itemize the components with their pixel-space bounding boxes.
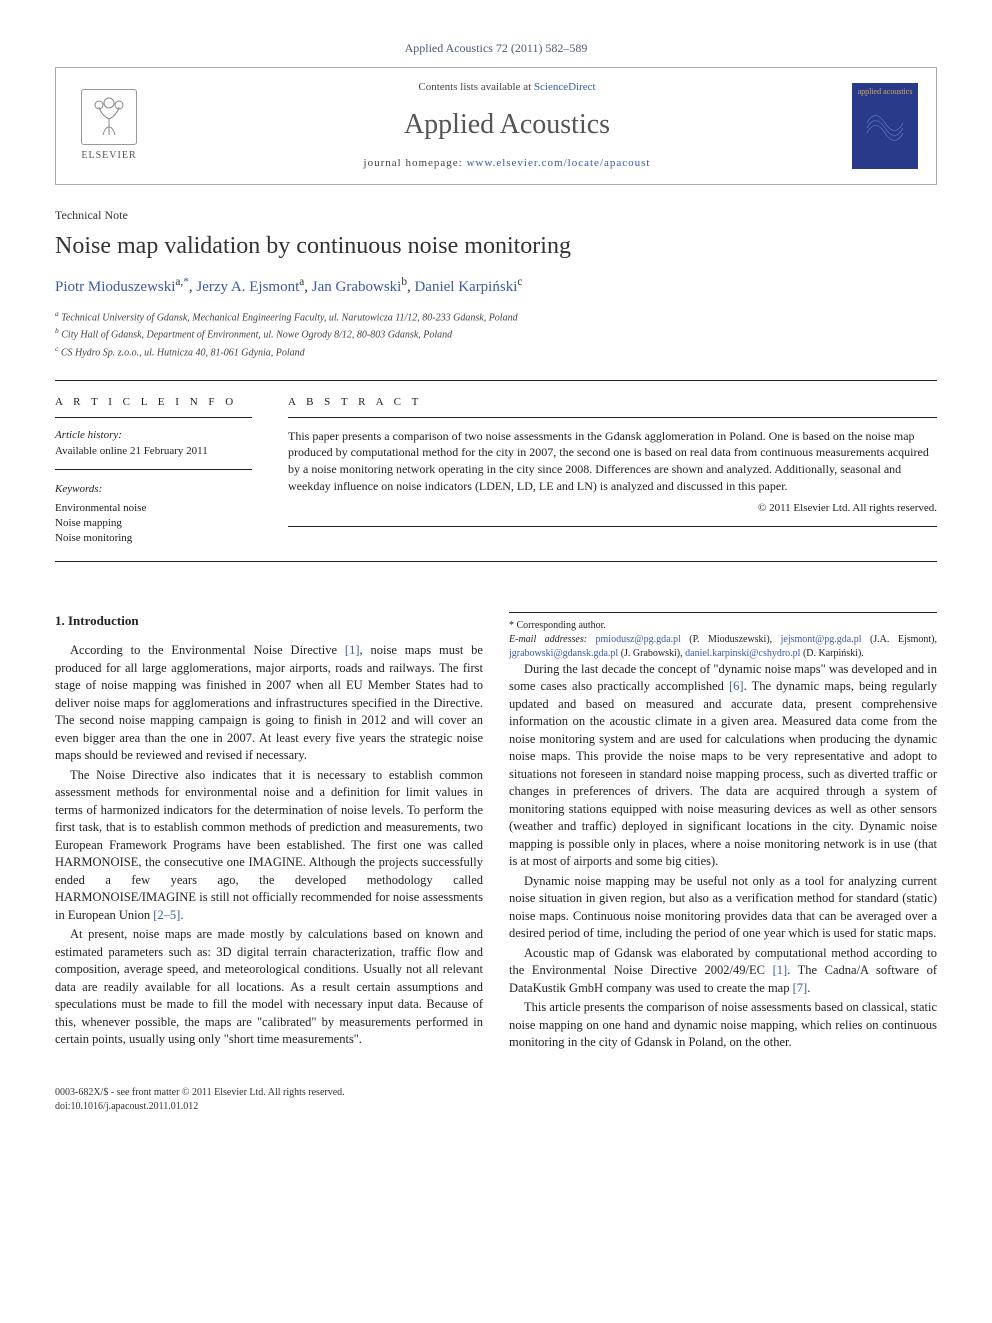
keyword-item: Noise monitoring <box>55 531 252 546</box>
publisher-logo[interactable]: ELSEVIER <box>74 86 144 166</box>
author-email-1[interactable]: pmiodusz@pg.gda.pl <box>596 634 681 645</box>
author-4-affiliation-sup: c <box>517 276 522 288</box>
email-addresses-line: E-mail addresses: pmiodusz@pg.gda.pl (P.… <box>509 633 937 661</box>
article-body: 1. Introduction According to the Environ… <box>55 612 937 1060</box>
body-paragraph: Acoustic map of Gdansk was elaborated by… <box>509 945 937 998</box>
body-paragraph: The Noise Directive also indicates that … <box>55 767 483 925</box>
citation-link-1[interactable]: [1] <box>345 643 360 657</box>
contents-line: Contents lists available at ScienceDirec… <box>162 80 852 95</box>
body-paragraph: Dynamic noise mapping may be useful not … <box>509 873 937 943</box>
author-link-2[interactable]: Jerzy A. Ejsmont <box>196 279 299 295</box>
cover-graphic-icon <box>865 103 905 143</box>
abstract-text: This paper presents a comparison of two … <box>288 428 937 495</box>
author-link-1[interactable]: Piotr Mioduszewski <box>55 279 175 295</box>
sciencedirect-link[interactable]: ScienceDirect <box>534 81 596 93</box>
author-sep: , <box>304 279 312 295</box>
section-heading-intro: 1. Introduction <box>55 612 483 630</box>
citation-link-2-5[interactable]: [2–5] <box>153 908 180 922</box>
abstract-heading: A B S T R A C T <box>288 395 937 417</box>
journal-cover-thumbnail[interactable]: applied acoustics <box>852 83 918 169</box>
email-label: E-mail addresses: <box>509 634 596 645</box>
affiliation-c: c CS Hydro Sp. z.o.o., ul. Hutnicza 40, … <box>55 343 937 360</box>
body-paragraph: According to the Environmental Noise Dir… <box>55 642 483 765</box>
elsevier-tree-icon <box>81 89 137 145</box>
front-matter-line: 0003-682X/$ - see front matter © 2011 El… <box>55 1086 937 1100</box>
cover-title: applied acoustics <box>858 88 913 97</box>
abstract-block: A B S T R A C T This paper presents a co… <box>270 395 937 547</box>
keyword-item: Noise mapping <box>55 516 252 531</box>
homepage-line: journal homepage: www.elsevier.com/locat… <box>162 156 852 171</box>
author-email-3[interactable]: jgrabowski@gdansk.gda.pl <box>509 648 618 659</box>
article-info-heading: A R T I C L E I N F O <box>55 395 252 417</box>
affiliations-block: a Technical University of Gdansk, Mechan… <box>55 308 937 360</box>
article-info-block: A R T I C L E I N F O Article history: A… <box>55 395 270 547</box>
footnotes-block: * Corresponding author. E-mail addresses… <box>509 612 937 661</box>
doi-block: 0003-682X/$ - see front matter © 2011 El… <box>55 1086 937 1114</box>
affiliation-b: b City Hall of Gdansk, Department of Env… <box>55 325 937 342</box>
keyword-item: Environmental noise <box>55 501 252 516</box>
citation-link-6[interactable]: [6] <box>729 679 744 693</box>
journal-header-box: ELSEVIER Contents lists available at Sci… <box>55 67 937 185</box>
article-type: Technical Note <box>55 207 937 224</box>
author-email-2[interactable]: jejsmont@pg.gda.pl <box>781 634 862 645</box>
author-email-4[interactable]: daniel.karpinski@cshydro.pl <box>685 648 800 659</box>
journal-name: Applied Acoustics <box>162 105 852 144</box>
journal-reference-link[interactable]: Applied Acoustics 72 (2011) 582–589 <box>405 41 588 55</box>
author-link-4[interactable]: Daniel Karpiński <box>414 279 517 295</box>
article-title: Noise map validation by continuous noise… <box>55 230 937 264</box>
citation-link-7[interactable]: [7] <box>793 981 808 995</box>
citation-link-1b[interactable]: [1] <box>773 963 788 977</box>
affiliation-a: a Technical University of Gdansk, Mechan… <box>55 308 937 325</box>
keywords-heading: Keywords: <box>55 482 252 497</box>
body-paragraph: During the last decade the concept of "d… <box>509 661 937 871</box>
author-1-affiliation-sup: a,* <box>175 276 188 288</box>
article-history-heading: Article history: <box>55 428 252 443</box>
journal-reference: Applied Acoustics 72 (2011) 582–589 <box>55 40 937 57</box>
publisher-name: ELSEVIER <box>81 149 136 163</box>
body-paragraph: At present, noise maps are made mostly b… <box>55 926 483 1049</box>
homepage-prefix: journal homepage: <box>364 157 467 169</box>
abstract-copyright: © 2011 Elsevier Ltd. All rights reserved… <box>288 501 937 527</box>
author-list: Piotr Mioduszewskia,*, Jerzy A. Ejsmonta… <box>55 275 937 298</box>
body-paragraph: This article presents the comparison of … <box>509 999 937 1052</box>
doi-line: doi:10.1016/j.apacoust.2011.01.012 <box>55 1100 937 1114</box>
journal-homepage-link[interactable]: www.elsevier.com/locate/apacoust <box>466 157 650 169</box>
available-online-date: Available online 21 February 2011 <box>55 444 252 470</box>
author-link-3[interactable]: Jan Grabowski <box>312 279 402 295</box>
corresponding-author-note: * Corresponding author. <box>509 619 937 633</box>
contents-prefix: Contents lists available at <box>418 81 533 93</box>
